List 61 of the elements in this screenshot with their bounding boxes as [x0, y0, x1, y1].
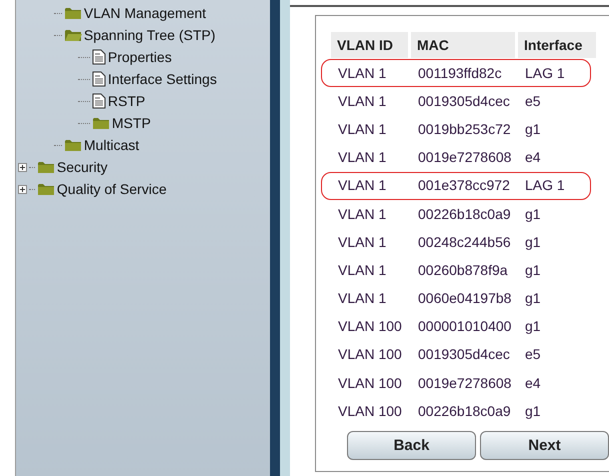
tree-item[interactable]: VLAN Management	[84, 2, 206, 24]
nav-button[interactable]: Back	[347, 431, 476, 460]
table-cell-text: g1	[524, 232, 542, 252]
table-cell-text: g1	[524, 317, 542, 336]
table-cell-text: 0019e7278608	[417, 374, 512, 393]
folder-icon	[36, 160, 55, 174]
table-cell-text: VLAN 1	[337, 92, 388, 111]
table-cell-text: 0060e04197b8	[417, 289, 512, 308]
table-cell-text: VLAN 1	[337, 260, 388, 280]
table-cell-text: VLAN 100	[337, 374, 403, 393]
table-cell-text: 000001010400	[417, 317, 512, 336]
table-cell-text: e4	[524, 148, 542, 168]
table-cell-text: 0019e7278608	[417, 148, 512, 168]
table-cell-text: e5	[524, 345, 542, 364]
folder-icon	[36, 182, 55, 196]
folder-icon	[92, 116, 110, 130]
table-cell-text: VLAN 1	[337, 289, 388, 308]
table-cell-text: 00248c244b56	[417, 232, 512, 252]
table-cell-text: g1	[524, 204, 542, 224]
table-cell-text: g1	[524, 120, 542, 139]
table-cell-text: 00226b18c0a9	[417, 204, 512, 224]
tree-item[interactable]: Interface Settings	[108, 68, 217, 90]
tree-item[interactable]: Quality of Service	[56, 178, 167, 200]
expand-icon[interactable]	[18, 162, 27, 172]
table-cell-text: g1	[524, 260, 542, 280]
table-cell-text: 001193ffd82c	[417, 64, 503, 83]
document-icon	[92, 71, 106, 87]
table-cell-text: VLAN 1	[337, 232, 388, 252]
nav-button[interactable]: Next	[480, 431, 609, 460]
table-cell-text: VLAN 1	[337, 204, 388, 224]
tree-item[interactable]: RSTP	[108, 90, 146, 112]
expand-icon[interactable]	[18, 184, 27, 194]
table-cell-text: 0019305d4cec	[417, 345, 511, 364]
table-cell-text: g1	[524, 289, 542, 308]
tree-item[interactable]: Spanning Tree (STP)	[84, 24, 216, 46]
table-cell-text: VLAN 100	[337, 402, 403, 421]
table-cell-text: LAG 1	[524, 64, 566, 83]
table-cell-text: 001e378cc972	[417, 176, 511, 196]
table-cell-text: VLAN 100	[337, 317, 403, 336]
table-cell-text: LAG 1	[524, 176, 566, 196]
tree-item[interactable]: Multicast	[84, 134, 140, 156]
table-cell-text: 0019bb253c72	[417, 120, 512, 139]
tree-item[interactable]: MSTP	[112, 112, 151, 134]
table-cell-text: e4	[524, 374, 542, 393]
table-cell-text: 0019305d4cec	[417, 92, 511, 111]
column-header: Interface	[518, 32, 596, 58]
tree-item[interactable]: Security	[56, 156, 108, 178]
document-icon	[92, 49, 106, 65]
table-cell-text: VLAN 1	[337, 64, 388, 83]
table-cell-text: g1	[524, 402, 542, 421]
table-cell-text: VLAN 1	[337, 120, 388, 139]
column-header: VLAN ID	[331, 32, 408, 58]
table-cell-text: VLAN 1	[337, 176, 388, 196]
table-cell-text: VLAN 100	[337, 345, 403, 364]
table-cell-text: 00226b18c0a9	[417, 402, 512, 421]
table-cell-text: VLAN 1	[337, 148, 388, 168]
table-cell-text: 00260b878f9a	[417, 260, 509, 280]
document-icon	[92, 93, 106, 109]
column-header: MAC	[411, 32, 515, 58]
tree-item[interactable]: Properties	[108, 46, 172, 68]
table-cell-text: e5	[524, 92, 542, 111]
